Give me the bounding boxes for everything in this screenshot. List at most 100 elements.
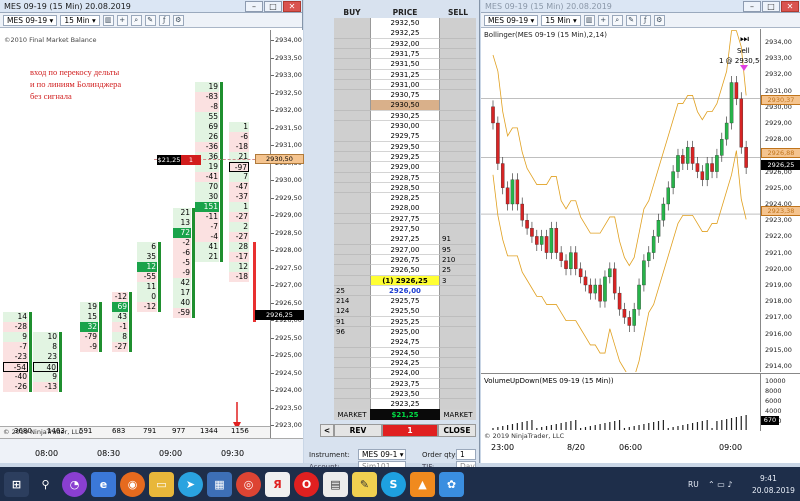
ladder-row[interactable]: 2932,50	[334, 18, 476, 29]
buy-size-cell[interactable]	[334, 59, 370, 70]
store-icon[interactable]: ▦	[207, 471, 232, 497]
buy-size-cell[interactable]: 96	[334, 327, 370, 338]
firefox-icon[interactable]: ◉	[120, 471, 145, 497]
buy-size-cell[interactable]	[334, 244, 370, 256]
right-close-icon[interactable]: ✕	[781, 0, 799, 12]
ladder-row[interactable]: 2932,00	[334, 38, 476, 50]
right-draw-tools-icon[interactable]: ✎	[625, 14, 637, 26]
buy-size-cell[interactable]	[334, 151, 370, 163]
sell-size-cell[interactable]	[440, 141, 476, 153]
sell-size-cell[interactable]	[440, 100, 476, 111]
start-icon[interactable]: ⊞	[4, 471, 29, 497]
price-ladder[interactable]: BUY PRICE SELL 2932,50 2932,25 2932,00 2931…	[334, 6, 476, 410]
ladder-row[interactable]: 2926,75 210	[334, 254, 476, 266]
ninjatrader-icon[interactable]: ▤	[323, 471, 348, 497]
market-buy-button[interactable]: MARKET	[334, 409, 370, 420]
sell-size-cell[interactable]	[440, 378, 476, 390]
right-interval-select[interactable]: 15 Min ▾	[541, 14, 581, 26]
ladder-row[interactable]: 2930,00	[334, 121, 476, 132]
ladder-row[interactable]: 2924,00	[334, 368, 476, 379]
buy-size-cell[interactable]	[334, 224, 370, 235]
sell-size-cell[interactable]	[440, 337, 476, 348]
instrument-select[interactable]: MES 09-19 ▾	[3, 14, 58, 26]
right-instrument-select[interactable]: MES 09-19 ▾	[484, 14, 539, 26]
sell-size-cell[interactable]: 210	[440, 254, 476, 266]
right-bar-type-icon[interactable]: ▥	[583, 14, 595, 26]
sell-size-cell[interactable]	[440, 316, 476, 328]
draw-tools-icon[interactable]: ✎	[144, 14, 156, 26]
right-title-bar[interactable]: MES 09-19 (15 Min) 20.08.2019 – □ ✕	[481, 0, 800, 13]
ladder-row[interactable]: 2931,00	[334, 79, 476, 91]
ladder-row[interactable]: 25 2926,00	[334, 285, 476, 297]
volume-plot-area[interactable]: VolumeUpDown(MES 09-19 (15 Min)) © 2019 …	[481, 373, 760, 440]
ladder-row[interactable]: 2929,50	[334, 141, 476, 153]
sell-size-cell[interactable]	[440, 327, 476, 338]
left-title-bar[interactable]: MES 09-19 (15 Min) 20.08.2019 – □ ✕	[0, 0, 302, 13]
right-properties-icon[interactable]: ⚙	[653, 14, 665, 26]
buy-size-cell[interactable]: 124	[334, 306, 370, 317]
close-icon[interactable]: ✕	[283, 0, 301, 12]
right-zoom-icon[interactable]: ⌕	[611, 14, 623, 26]
browser-icon[interactable]: e	[91, 471, 116, 497]
ladder-row[interactable]: 2926,50 25	[334, 265, 476, 276]
buy-size-cell[interactable]	[334, 378, 370, 390]
sell-size-cell[interactable]: 95	[440, 244, 476, 256]
sell-size-cell[interactable]	[440, 38, 476, 50]
ladder-row[interactable]: 2927,25 91	[334, 234, 476, 245]
zoom-icon[interactable]: ⌕	[130, 14, 142, 26]
bar-type-icon[interactable]: ▥	[102, 14, 114, 26]
chrome-icon[interactable]: ◎	[236, 471, 261, 497]
telegram-icon[interactable]: ➤	[178, 471, 203, 497]
ladder-row[interactable]: 2932,25	[334, 28, 476, 39]
crosshair-icon[interactable]: +	[116, 14, 128, 26]
buy-size-cell[interactable]	[334, 121, 370, 132]
buy-size-cell[interactable]	[334, 110, 370, 122]
sell-size-cell[interactable]	[440, 131, 476, 142]
buy-size-cell[interactable]	[334, 254, 370, 266]
sell-size-cell[interactable]	[440, 162, 476, 173]
sell-size-cell[interactable]: 91	[440, 234, 476, 245]
right-crosshair-icon[interactable]: +	[597, 14, 609, 26]
ladder-row[interactable]: 124 2925,50	[334, 306, 476, 317]
sell-size-cell[interactable]	[440, 28, 476, 39]
sell-size-cell[interactable]: 25	[440, 265, 476, 276]
sell-size-cell[interactable]	[440, 110, 476, 122]
ladder-row[interactable]: 91 2925,25	[334, 316, 476, 328]
buy-size-cell[interactable]	[334, 234, 370, 245]
ladder-row[interactable]: 2928,75	[334, 172, 476, 184]
ladder-row[interactable]: 2929,75	[334, 131, 476, 142]
indicators-icon[interactable]: ƒ	[158, 14, 170, 26]
ladder-row[interactable]: 2930,25	[334, 110, 476, 122]
vlc-icon[interactable]: ▲	[410, 471, 435, 497]
buy-size-cell[interactable]: 91	[334, 316, 370, 328]
buy-size-cell[interactable]	[334, 100, 370, 111]
ladder-row[interactable]: 2929,00	[334, 162, 476, 173]
sell-size-cell[interactable]	[440, 90, 476, 101]
yandex-icon[interactable]: Я	[265, 471, 290, 497]
ladder-row[interactable]: 2927,50	[334, 224, 476, 235]
sell-size-cell[interactable]	[440, 79, 476, 91]
ladder-row[interactable]: (1) 2926,25 3	[334, 275, 476, 287]
sell-size-cell[interactable]	[440, 59, 476, 70]
buy-size-cell[interactable]	[334, 203, 370, 214]
ladder-row[interactable]: 2930,50	[334, 100, 476, 111]
buy-size-cell[interactable]	[334, 182, 370, 194]
sell-size-cell[interactable]	[440, 213, 476, 225]
buy-size-cell[interactable]	[334, 79, 370, 91]
buy-size-cell[interactable]	[334, 28, 370, 39]
buy-size-cell[interactable]	[334, 69, 370, 81]
sell-size-cell[interactable]	[440, 203, 476, 214]
ladder-row[interactable]: 214 2925,75	[334, 296, 476, 307]
buy-size-cell[interactable]	[334, 213, 370, 225]
ladder-row[interactable]: 2930,75	[334, 90, 476, 101]
sell-size-cell[interactable]	[440, 48, 476, 60]
sell-size-cell[interactable]	[440, 69, 476, 81]
back-button[interactable]: <	[320, 424, 334, 437]
sell-size-cell[interactable]	[440, 193, 476, 204]
buy-size-cell[interactable]: 214	[334, 296, 370, 307]
skype-icon[interactable]: S	[381, 471, 406, 497]
search-icon[interactable]: ⚲	[33, 472, 58, 497]
market-sell-button[interactable]: MARKET	[440, 409, 476, 420]
reverse-button[interactable]: REV	[334, 424, 382, 437]
buy-size-cell[interactable]	[334, 162, 370, 173]
